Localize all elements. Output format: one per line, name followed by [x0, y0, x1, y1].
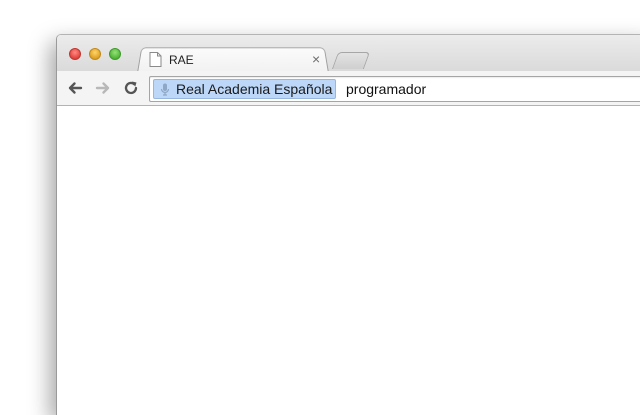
- search-engine-label: Real Academia Española: [176, 81, 333, 97]
- reload-icon[interactable]: [122, 79, 140, 97]
- browser-window: RAE × Real Academia Española programador: [56, 34, 640, 415]
- toolbar: Real Academia Española programador: [57, 71, 640, 106]
- forward-arrow-icon[interactable]: [94, 79, 112, 97]
- close-window-button[interactable]: [69, 48, 81, 60]
- minimize-window-button[interactable]: [89, 48, 101, 60]
- zoom-window-button[interactable]: [109, 48, 121, 60]
- microphone-icon: [160, 83, 170, 96]
- title-bar: RAE ×: [57, 35, 640, 73]
- page-content: [57, 106, 640, 415]
- tab-title: RAE: [169, 53, 194, 67]
- page-icon: [149, 52, 162, 67]
- omnibox-query[interactable]: programador: [346, 80, 426, 98]
- tab-close-icon[interactable]: ×: [312, 50, 320, 68]
- new-tab-button[interactable]: [331, 52, 371, 69]
- back-arrow-icon[interactable]: [66, 79, 84, 97]
- search-engine-chip[interactable]: Real Academia Española: [153, 79, 337, 99]
- tab-content[interactable]: RAE ×: [149, 49, 325, 71]
- omnibox[interactable]: Real Academia Española programador: [149, 76, 640, 102]
